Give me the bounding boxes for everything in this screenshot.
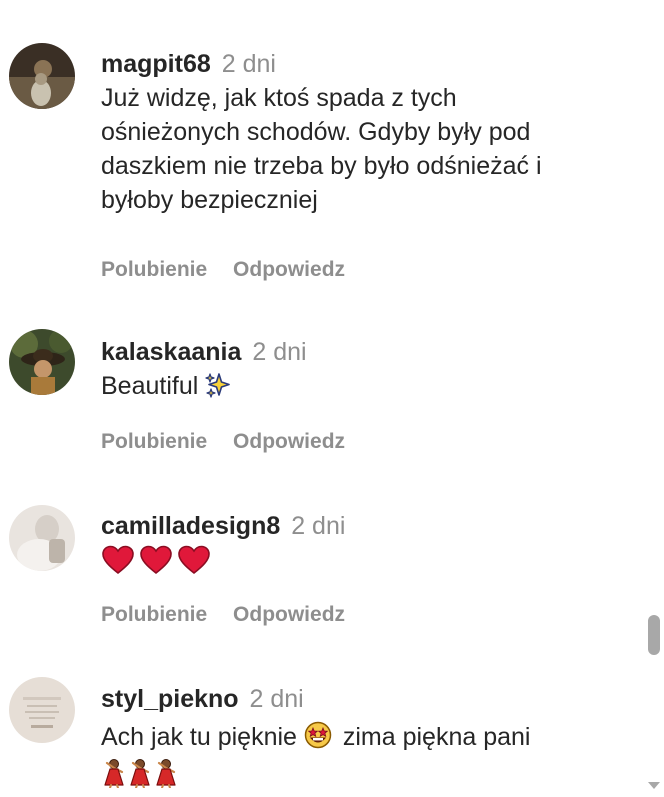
comment-header: kalaskaania 2 dni [101,335,631,369]
red-heart-icon [139,545,173,584]
comment-time: 2 dni [249,685,304,713]
comment-text-line: Już widzę, jak ktoś spada z tych [101,84,457,112]
comment-text-line: ośnieżonych schodów. Gdyby były pod [101,118,531,146]
avatar-image [9,43,75,109]
like-button[interactable]: Polubienie [101,258,207,281]
comment-text-line: byłoby bezpieczniej [101,186,318,214]
red-heart-icon [177,545,211,584]
comment-text-line: Beautiful [101,369,631,407]
username-link[interactable]: kalaskaania [101,338,241,366]
scrollbar-thumb[interactable] [648,615,660,655]
avatar-image [9,677,75,743]
comment-time: 2 dni [291,512,346,540]
scroll-down-arrow-icon[interactable] [648,782,660,789]
comment-list: magpit68 2 dni Już widzę, jak ktoś spada… [0,0,640,797]
star-struck-icon [304,721,332,758]
like-button[interactable]: Polubienie [101,430,207,453]
comment-text: zima piękna pani [342,723,531,751]
comment-text-line: daszkiem nie trzeba by było odśnieżać i [101,152,542,180]
avatar[interactable] [9,329,75,395]
comment-actions: Polubienie Odpowiedz [101,430,345,454]
reply-button[interactable]: Odpowiedz [233,430,345,453]
avatar-image [9,329,75,395]
red-heart-icon [101,545,135,584]
avatar-image [9,505,75,571]
avatar[interactable] [9,505,75,571]
scrollbar[interactable] [642,0,664,797]
comment-emoji-line [101,758,631,797]
comment-header: camilladesign8 2 dni [101,509,631,543]
username-link[interactable]: camilladesign8 [101,512,280,540]
woman-dancing-icon [127,758,153,797]
woman-dancing-icon [101,758,127,797]
comment-text: Beautiful [101,372,199,400]
username-link[interactable]: styl_piekno [101,685,239,713]
comment-header: styl_piekno 2 dni [101,682,631,716]
comment-text-line: Ach jak tu pięknie zima piękna pani [101,716,631,758]
sparkles-icon [205,372,231,407]
comment-header: magpit68 2 dni [101,47,631,81]
comment-emoji-line [101,543,631,584]
username-link[interactable]: magpit68 [101,50,211,78]
like-button[interactable]: Polubienie [101,603,207,626]
comment-time: 2 dni [221,50,276,78]
comment-actions: Polubienie Odpowiedz [101,258,345,282]
comment-actions: Polubienie Odpowiedz [101,603,345,627]
avatar[interactable] [9,677,75,743]
reply-button[interactable]: Odpowiedz [233,258,345,281]
woman-dancing-icon [153,758,179,797]
avatar[interactable] [9,43,75,109]
comment-time: 2 dni [252,338,307,366]
comment-text: Ach jak tu pięknie [101,723,297,751]
reply-button[interactable]: Odpowiedz [233,603,345,626]
